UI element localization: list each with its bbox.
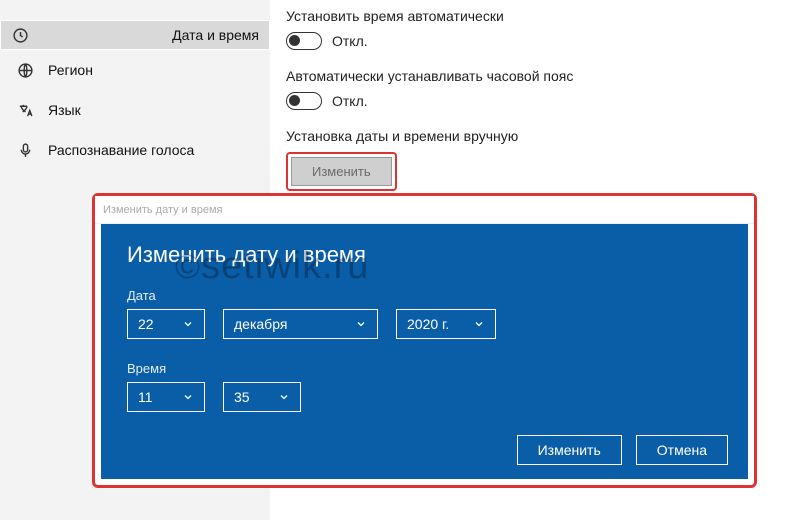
hour-select[interactable]: 11	[127, 382, 205, 412]
sidebar-item-label: Дата и время	[172, 27, 259, 43]
toggle-auto-tz-state: Откл.	[332, 93, 368, 109]
chevron-down-icon	[182, 318, 194, 330]
year-select[interactable]: 2020 г.	[396, 309, 496, 339]
hour-value: 11	[138, 389, 153, 405]
month-select[interactable]: декабря	[223, 309, 378, 339]
chevron-down-icon	[182, 391, 194, 403]
sidebar-item-label: Язык	[48, 102, 81, 118]
dialog-title: Изменить дату и время	[127, 242, 722, 268]
sidebar-item-speech[interactable]: Распознавание голоса	[0, 130, 270, 170]
setting-manual-title: Установка даты и времени вручную	[286, 128, 790, 144]
toggle-auto-tz[interactable]	[286, 92, 322, 110]
sidebar-item-date-time[interactable]: Дата и время	[0, 20, 270, 50]
year-value: 2020 г.	[407, 316, 449, 332]
minute-select[interactable]: 35	[223, 382, 301, 412]
time-label: Время	[127, 361, 722, 376]
chevron-down-icon	[473, 318, 485, 330]
dialog-ok-button[interactable]: Изменить	[517, 435, 622, 465]
sidebar-item-label: Распознавание голоса	[48, 142, 194, 158]
globe-icon	[16, 61, 34, 79]
sidebar-item-label: Регион	[48, 62, 93, 78]
language-icon	[16, 101, 34, 119]
minute-value: 35	[234, 389, 250, 405]
date-label: Дата	[127, 288, 722, 303]
day-select[interactable]: 22	[127, 309, 205, 339]
clock-icon	[11, 26, 29, 44]
setting-auto-time-title: Установить время автоматически	[286, 8, 790, 24]
change-date-time-dialog: Изменить дату и время Дата 22 декабря 20…	[101, 224, 748, 479]
chevron-down-icon	[278, 391, 290, 403]
toggle-auto-time[interactable]	[286, 32, 322, 50]
setting-auto-tz-title: Автоматически устанавливать часовой пояс	[286, 68, 790, 84]
dialog-window-title: Изменить дату и время	[95, 196, 754, 224]
microphone-icon	[16, 141, 34, 159]
sidebar-item-language[interactable]: Язык	[0, 90, 270, 130]
chevron-down-icon	[355, 318, 367, 330]
month-value: декабря	[234, 316, 287, 332]
change-button[interactable]: Изменить	[291, 157, 392, 186]
toggle-auto-time-state: Откл.	[332, 33, 368, 49]
settings-main: Установить время автоматически Откл. Авт…	[286, 8, 790, 209]
sidebar-item-region[interactable]: Регион	[0, 50, 270, 90]
dialog-cancel-button[interactable]: Отмена	[636, 435, 728, 465]
day-value: 22	[138, 316, 154, 332]
change-button-highlight: Изменить	[286, 152, 397, 191]
dialog-highlight: Изменить дату и время Изменить дату и вр…	[92, 193, 757, 488]
